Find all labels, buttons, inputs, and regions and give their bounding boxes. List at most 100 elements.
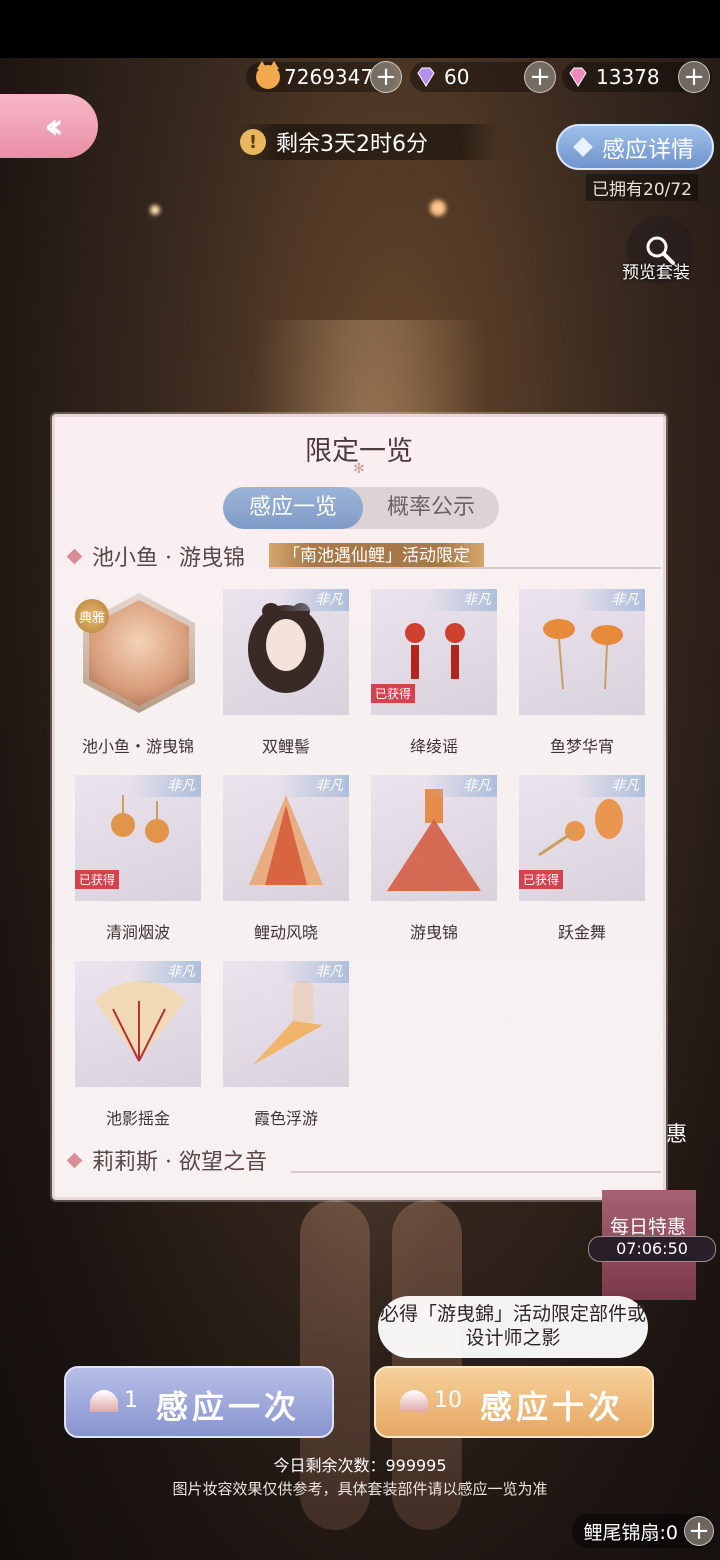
modal-tabs: 感应一览 概率公示 — [223, 487, 499, 529]
item-thumbnail: 非凡 — [223, 589, 349, 715]
item-card[interactable]: 非凡 鲤动风晓 — [223, 775, 349, 943]
item-card[interactable]: 非凡 已获得 清涧烟波 — [75, 775, 201, 943]
item-name: 池影摇金 — [105, 1109, 170, 1128]
item-thumbnail: 非凡 已获得 — [75, 775, 201, 901]
cost-count: 10 — [434, 1388, 462, 1413]
snowflake-ornament-icon: ✻ — [353, 461, 365, 477]
plus-icon: + — [678, 61, 710, 93]
item-name: 霞色浮游 — [253, 1109, 318, 1128]
remaining-count: 今日剩余次数：999995 — [273, 1456, 447, 1475]
item-name: 游曳锦 — [409, 923, 458, 942]
item-thumbnail: 非凡 — [519, 589, 645, 715]
plus-icon: + — [524, 61, 556, 93]
pink-diamond-value: 13378 — [596, 65, 660, 89]
exclamation-icon: ! — [240, 129, 266, 155]
rank-badge: 非凡 — [575, 589, 645, 611]
section-divider — [291, 1171, 661, 1173]
obtained-badge: 已获得 — [75, 870, 120, 889]
button-label: 感应十次 — [480, 1388, 625, 1426]
section-divider — [269, 567, 661, 569]
item-thumbnail: 非凡 — [75, 961, 201, 1087]
fan-currency-label: 鲤尾锦扇:0 — [583, 1521, 679, 1544]
glow-particle — [430, 200, 446, 216]
event-timer: ! 剩余3天2时6分 — [240, 124, 500, 160]
diamond-bullet-icon — [66, 1152, 83, 1168]
owned-count: 已拥有20/72 — [586, 174, 698, 201]
item-name: 鲤动风晓 — [253, 923, 318, 942]
pink-diamond-counter: 13378 — [566, 62, 660, 92]
diamond-bullet-icon — [66, 548, 83, 564]
rank-badge: 非凡 — [427, 775, 497, 797]
item-name: 绛绫谣 — [409, 737, 458, 756]
glow-particle — [150, 205, 160, 215]
obtained-badge: 已获得 — [519, 870, 564, 889]
induce-once-button[interactable]: 1 感应一次 — [64, 1366, 334, 1438]
purple-diamond-icon — [417, 67, 435, 87]
item-name: 鱼梦华宵 — [549, 737, 614, 756]
discount-fragment-text: 惠 — [666, 1122, 687, 1146]
add-fan-button[interactable]: + — [684, 1516, 714, 1546]
item-name: 跃金舞 — [557, 923, 606, 942]
item-card[interactable]: 非凡 鱼梦华宵 — [519, 589, 645, 757]
timer-text: 剩余3天2时6分 — [276, 132, 428, 157]
obtained-badge: 已获得 — [371, 684, 416, 703]
tier-badge: 典雅 — [75, 599, 109, 633]
rank-badge: 非凡 — [131, 775, 201, 797]
item-thumbnail: 非凡 已获得 — [371, 589, 497, 715]
cost-count: 1 — [124, 1388, 138, 1413]
purple-diamond-value: 60 — [444, 65, 470, 89]
item-thumbnail: 非凡 已获得 — [519, 775, 645, 901]
item-card[interactable]: 非凡 双鲤髻 — [223, 589, 349, 757]
daily-deal-label: 每日特惠 — [610, 1216, 687, 1238]
section-header-lilith[interactable]: 莉莉斯 · 欲望之音 — [66, 1145, 267, 1175]
daily-deal-countdown: 07:06:50 — [588, 1236, 716, 1262]
coin-counter: 7269347 — [256, 61, 374, 92]
button-label: 感应一次 — [156, 1388, 301, 1426]
item-card[interactable]: 非凡 霞色浮游 — [223, 961, 349, 1129]
item-card[interactable]: 典雅 池小鱼・游曳锦 — [75, 589, 201, 757]
item-name: 双鲤髻 — [261, 737, 310, 756]
section-title: 莉莉斯 · 欲望之音 — [92, 1150, 267, 1175]
induction-details-button[interactable]: 感应详情 — [556, 124, 714, 170]
item-thumbnail: 非凡 — [371, 775, 497, 901]
item-name: 清涧烟波 — [105, 923, 170, 942]
diamond-icon — [573, 137, 593, 157]
add-purple-diamond-button[interactable]: + — [524, 61, 556, 93]
add-pink-diamond-button[interactable]: + — [678, 61, 710, 93]
item-card[interactable]: 非凡 池影摇金 — [75, 961, 201, 1129]
double-chevron-left-icon: ‹‹ — [44, 105, 63, 147]
rank-badge: 非凡 — [575, 775, 645, 797]
preview-suit-label: 预览套装 — [622, 263, 690, 283]
cat-coin-icon — [256, 61, 280, 89]
plus-icon: + — [370, 61, 402, 93]
induce-ten-button[interactable]: 10 感应十次 — [374, 1366, 654, 1438]
tab-probability[interactable]: 概率公示 — [363, 487, 499, 529]
section-title: 池小鱼 · 游曳锦 — [92, 546, 245, 571]
item-thumbnail: 典雅 — [75, 589, 201, 715]
purple-diamond-counter: 60 — [414, 62, 469, 92]
fan-icon — [90, 1390, 118, 1412]
induction-details-label: 感应详情 — [602, 137, 694, 163]
rank-badge: 非凡 — [279, 589, 349, 611]
tab-induction-overview[interactable]: 感应一览 — [223, 487, 363, 529]
disclaimer-text: 图片妆容效果仅供参考，具体套装部件请以感应一览为准 — [172, 1480, 548, 1498]
item-thumbnail: 非凡 — [223, 961, 349, 1087]
limited-overview-modal: 限定一览 ✻ 感应一览 概率公示 池小鱼 · 游曳锦 「南池遇仙鲤」活动限定 典… — [52, 414, 666, 1200]
item-card[interactable]: 非凡 已获得 绛绫谣 — [371, 589, 497, 757]
rank-badge: 非凡 — [131, 961, 201, 983]
item-card[interactable]: 非凡 已获得 跃金舞 — [519, 775, 645, 943]
item-name: 池小鱼・游曳锦 — [81, 737, 194, 756]
rank-badge: 非凡 — [427, 589, 497, 611]
rank-badge: 非凡 — [279, 775, 349, 797]
status-bar-area — [0, 0, 720, 58]
pink-diamond-icon — [569, 67, 587, 87]
event-limited-tag: 「南池遇仙鲤」活动限定 — [269, 543, 484, 569]
rank-badge: 非凡 — [279, 961, 349, 983]
add-coin-button[interactable]: + — [370, 61, 402, 93]
back-button[interactable]: ‹‹ — [0, 94, 98, 158]
item-card[interactable]: 非凡 游曳锦 — [371, 775, 497, 943]
fan-currency-counter: 鲤尾锦扇:0 + — [571, 1514, 714, 1548]
coin-value: 7269347 — [284, 65, 374, 89]
item-thumbnail: 非凡 — [223, 775, 349, 901]
fan-icon — [400, 1390, 428, 1412]
